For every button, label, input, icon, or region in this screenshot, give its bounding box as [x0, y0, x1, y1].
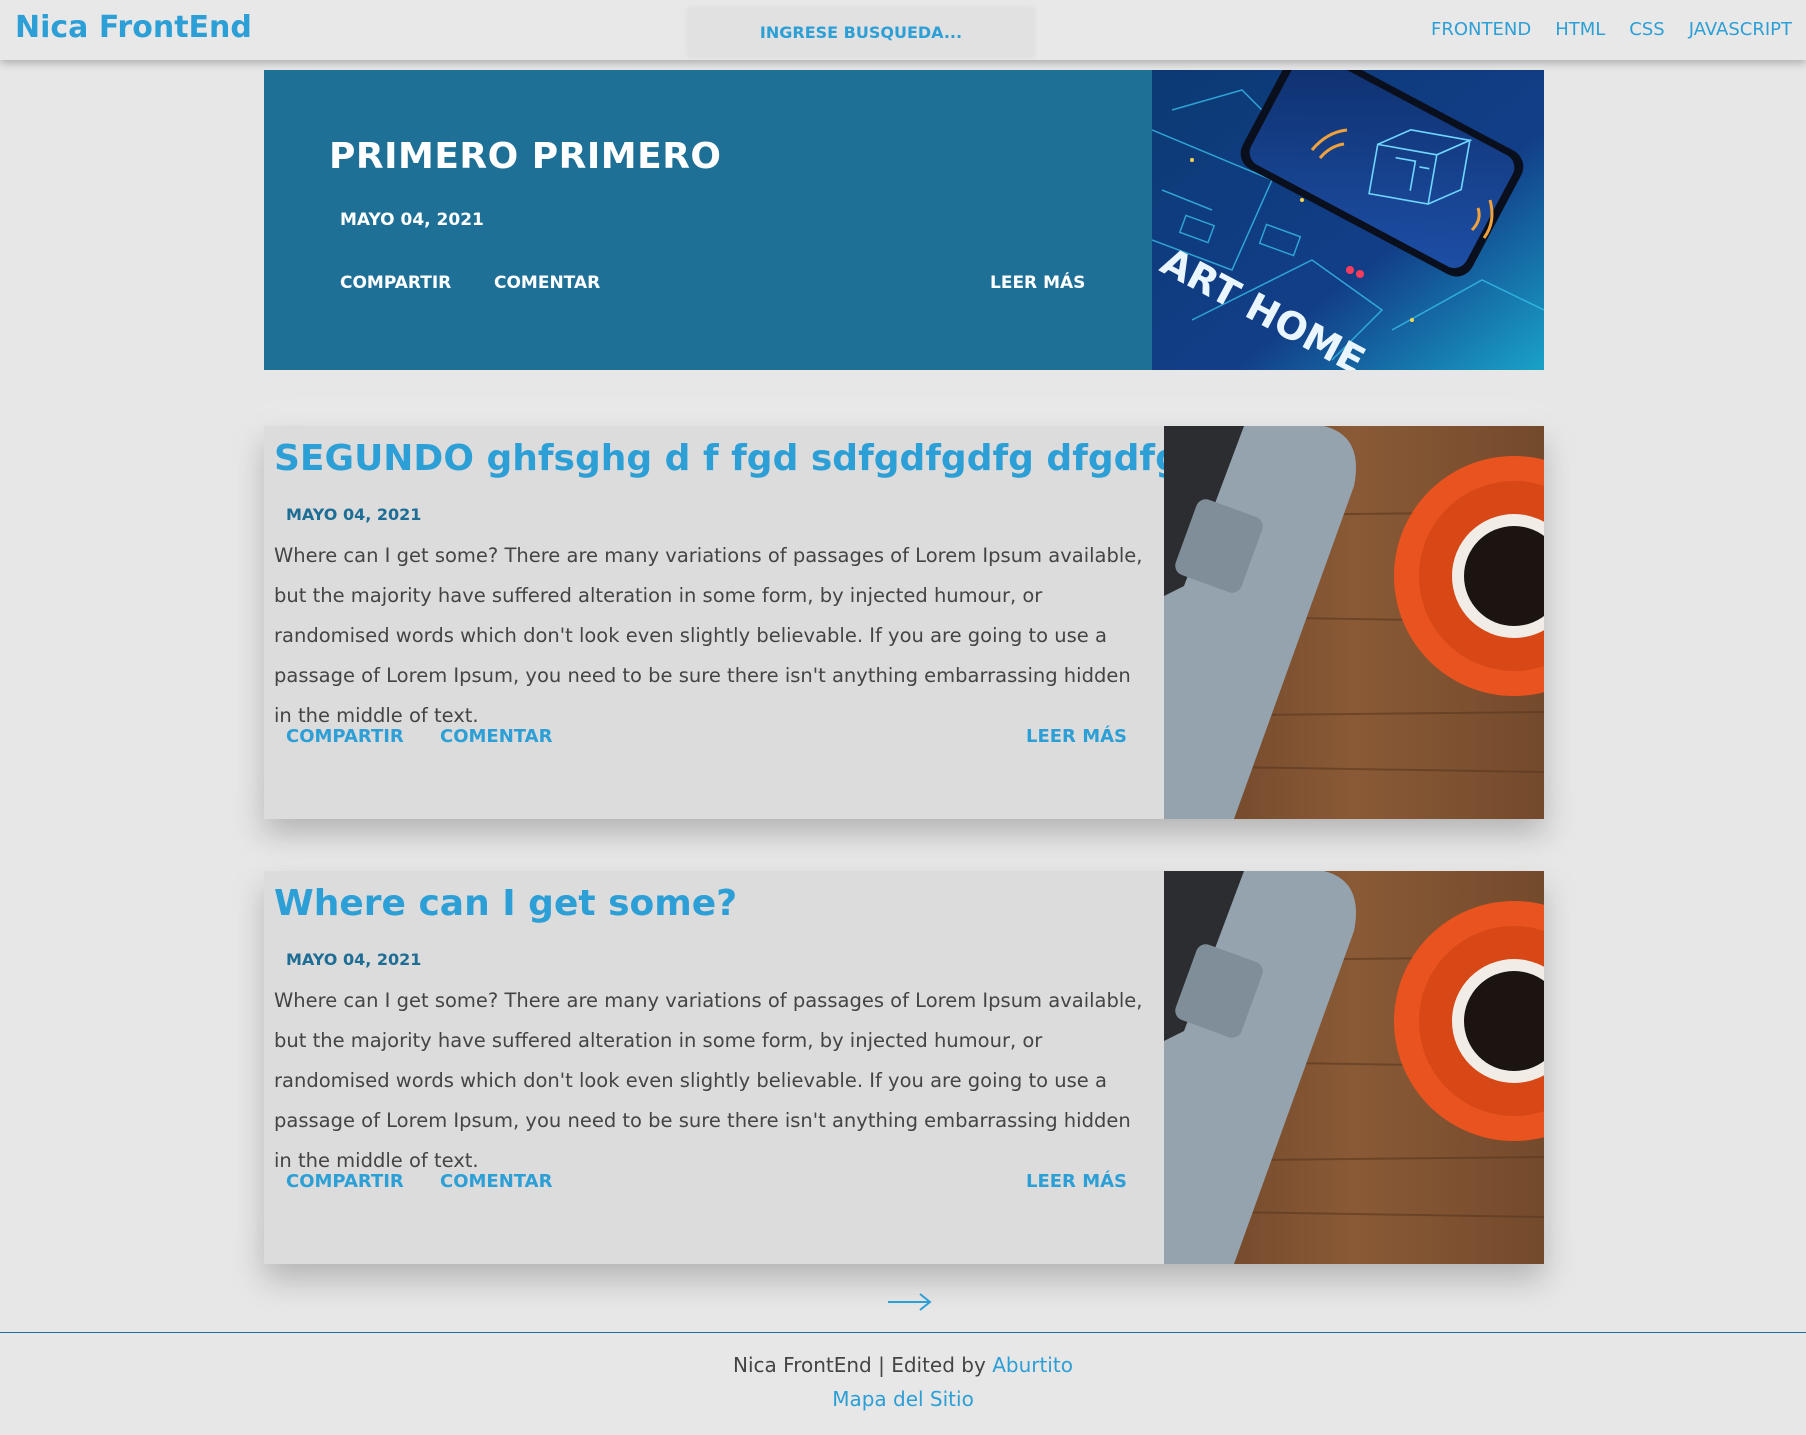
nav-link-javascript[interactable]: JAVASCRIPT [1689, 19, 1792, 40]
brand-logo-link[interactable]: Nica FrontEnd [15, 10, 252, 45]
footer-text: Nica FrontEnd | Edited by [733, 1353, 993, 1377]
post-card: Where can I get some? MAYO 04, 2021 Wher… [264, 871, 1544, 1264]
laptop-coffee-image [1164, 871, 1544, 1264]
comment-button[interactable]: COMENTAR [494, 273, 600, 293]
footer-credits: Nica FrontEnd | Edited by Aburtito [0, 1353, 1806, 1377]
post-title[interactable]: Where can I get some? [274, 883, 737, 924]
featured-post-title[interactable]: PRIMERO PRIMERO [329, 136, 722, 177]
read-more-button[interactable]: LEER MÁS [990, 273, 1085, 293]
post-date: MAYO 04, 2021 [286, 950, 422, 969]
arrow-right-icon[interactable] [888, 1290, 932, 1314]
featured-post-date: MAYO 04, 2021 [340, 210, 484, 230]
main-nav: FRONTEND HTML CSS JAVASCRIPT [1431, 19, 1792, 40]
smart-home-phone-image: ART HOME [1152, 70, 1544, 370]
read-more-button[interactable]: LEER MÁS [1026, 1171, 1127, 1192]
comment-button[interactable]: COMENTAR [440, 726, 552, 747]
post-date: MAYO 04, 2021 [286, 505, 422, 524]
comment-button[interactable]: COMENTAR [440, 1171, 552, 1192]
author-link[interactable]: Aburtito [992, 1353, 1073, 1377]
read-more-button[interactable]: LEER MÁS [1026, 726, 1127, 747]
footer: Nica FrontEnd | Edited by Aburtito Mapa … [0, 1332, 1806, 1435]
nav-link-frontend[interactable]: FRONTEND [1431, 19, 1531, 40]
post-card: SEGUNDO ghfsghg d f fgd sdfgdfgdfg dfgdf… [264, 426, 1544, 819]
post-title[interactable]: SEGUNDO ghfsghg d f fgd sdfgdfgdfg dfgdf… [274, 438, 1240, 479]
sitemap-link[interactable]: Mapa del Sitio [0, 1387, 1806, 1411]
nav-link-html[interactable]: HTML [1555, 19, 1605, 40]
top-navbar: Nica FrontEnd FRONTEND HTML CSS JAVASCRI… [0, 0, 1806, 60]
share-button[interactable]: COMPARTIR [340, 273, 451, 293]
laptop-coffee-image [1164, 426, 1544, 819]
post-excerpt: Where can I get some? There are many var… [274, 989, 1143, 1172]
featured-post: PRIMERO PRIMERO MAYO 04, 2021 COMPARTIR … [264, 70, 1544, 370]
share-button[interactable]: COMPARTIR [286, 726, 404, 747]
search-input[interactable] [688, 8, 1034, 57]
nav-link-css[interactable]: CSS [1629, 19, 1664, 40]
post-excerpt: Where can I get some? There are many var… [274, 544, 1143, 727]
share-button[interactable]: COMPARTIR [286, 1171, 404, 1192]
